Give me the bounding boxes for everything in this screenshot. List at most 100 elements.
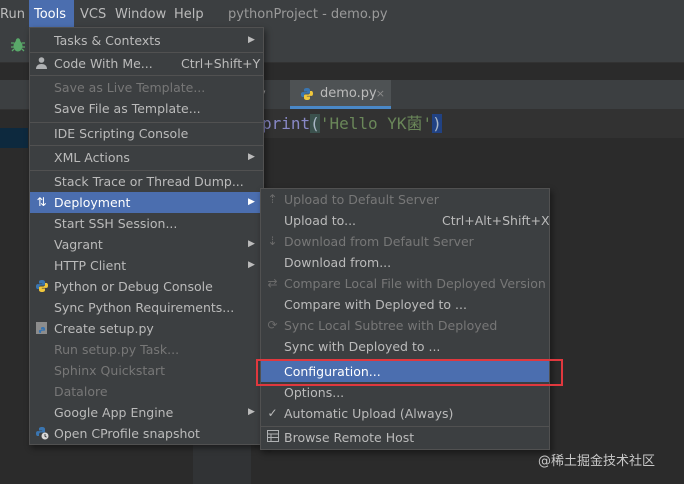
remote-host-icon bbox=[265, 430, 280, 445]
separator bbox=[30, 75, 263, 76]
menu-item-label: Run setup.py Task... bbox=[54, 342, 180, 357]
menu-item-label: Compare Local File with Deployed Version bbox=[284, 276, 546, 291]
window-title: pythonProject - demo.py bbox=[228, 7, 388, 22]
submenu-arrow-icon: ▶ bbox=[248, 197, 255, 207]
menu-item-sync-with-deployed[interactable]: Sync with Deployed to ... bbox=[261, 336, 549, 357]
menu-vcs[interactable]: VCS bbox=[80, 0, 106, 29]
tab-demo-py[interactable]: demo.py × bbox=[290, 80, 391, 109]
menu-help[interactable]: Help bbox=[174, 0, 204, 29]
person-icon bbox=[34, 56, 49, 71]
shortcut: Ctrl+Shift+Y bbox=[181, 56, 261, 71]
menu-item-label: Start SSH Session... bbox=[54, 216, 178, 231]
python-file-icon bbox=[34, 321, 49, 336]
menu-item-label: Python or Debug Console bbox=[54, 279, 213, 294]
menu-item-label: Tasks & Contexts bbox=[54, 33, 161, 48]
python-file-icon bbox=[300, 87, 314, 104]
menu-item-google-app-engine[interactable]: Google App Engine ▶ bbox=[30, 402, 263, 423]
menu-item-code-with-me[interactable]: Code With Me... Ctrl+Shift+Y bbox=[30, 53, 263, 74]
menu-item-label: Google App Engine bbox=[54, 405, 174, 420]
debug-icon[interactable] bbox=[10, 37, 26, 53]
menu-item-automatic-upload[interactable]: ✓ Automatic Upload (Always) bbox=[261, 403, 549, 424]
menu-item-start-ssh-session[interactable]: Start SSH Session... bbox=[30, 213, 263, 234]
submenu-arrow-icon: ▶ bbox=[248, 239, 255, 249]
menu-item-label: Vagrant bbox=[54, 237, 103, 252]
shortcut: Ctrl+Alt+Shift+X bbox=[442, 213, 550, 228]
menu-item-create-setup-py[interactable]: Create setup.py bbox=[30, 318, 263, 339]
separator bbox=[30, 145, 263, 146]
menu-run[interactable]: Run bbox=[0, 0, 25, 29]
menu-item-save-file-template[interactable]: Save File as Template... bbox=[30, 98, 263, 119]
menu-item-label: Stack Trace or Thread Dump... bbox=[54, 174, 244, 189]
python-icon bbox=[34, 279, 49, 294]
profile-icon bbox=[34, 426, 49, 441]
menu-item-label: Save File as Template... bbox=[54, 101, 201, 116]
menu-item-label: Upload to Default Server bbox=[284, 192, 439, 207]
code-line: print('Hello YK菌') bbox=[262, 113, 442, 135]
menu-item-http-client[interactable]: HTTP Client ▶ bbox=[30, 255, 263, 276]
menu-item-browse-remote-host[interactable]: Browse Remote Host bbox=[261, 427, 549, 448]
menu-item-sync-local-subtree[interactable]: ⟳ Sync Local Subtree with Deployed bbox=[261, 315, 549, 336]
menu-item-label: Deployment bbox=[54, 195, 131, 210]
menu-item-label: Sync with Deployed to ... bbox=[284, 339, 441, 354]
submenu-arrow-icon: ▶ bbox=[248, 152, 255, 162]
menu-item-tasks-contexts[interactable]: Tasks & Contexts ▶ bbox=[30, 30, 263, 51]
menu-item-label: Sphinx Quickstart bbox=[54, 363, 166, 378]
menu-item-sphinx-quickstart[interactable]: Sphinx Quickstart bbox=[30, 360, 263, 381]
menu-item-compare-local-file[interactable]: ⇄ Compare Local File with Deployed Versi… bbox=[261, 273, 549, 294]
menu-item-save-live-template[interactable]: Save as Live Template... bbox=[30, 77, 263, 98]
menu-item-label: Datalore bbox=[54, 384, 108, 399]
menu-item-label: HTTP Client bbox=[54, 258, 127, 273]
menu-item-download-from[interactable]: Download from... bbox=[261, 252, 549, 273]
upload-icon: ⇡ bbox=[267, 192, 278, 206]
sync-icon: ⟳ bbox=[267, 318, 278, 332]
menu-item-ide-scripting-console[interactable]: IDE Scripting Console bbox=[30, 123, 263, 144]
menu-item-datalore[interactable]: Datalore bbox=[30, 381, 263, 402]
tools-menu: Tasks & Contexts ▶ Code With Me... Ctrl+… bbox=[29, 27, 264, 445]
menu-item-label: Download from... bbox=[284, 255, 392, 270]
menu-item-label: Automatic Upload (Always) bbox=[284, 406, 454, 421]
submenu-arrow-icon: ▶ bbox=[248, 35, 255, 45]
download-icon: ⇣ bbox=[267, 234, 278, 248]
menu-item-label: Sync Python Requirements... bbox=[54, 300, 235, 315]
menu-tools[interactable]: Tools bbox=[29, 0, 74, 29]
code-function: print bbox=[262, 114, 311, 133]
menu-item-xml-actions[interactable]: XML Actions ▶ bbox=[30, 147, 263, 168]
menu-item-open-cprofile-snapshot[interactable]: Open CProfile snapshot bbox=[30, 423, 263, 444]
highlight-box bbox=[256, 359, 563, 386]
deployment-submenu: ⇡ Upload to Default Server Upload to... … bbox=[260, 188, 550, 450]
menu-item-run-setup-py-task[interactable]: Run setup.py Task... bbox=[30, 339, 263, 360]
checkmark-icon: ✓ bbox=[267, 406, 278, 420]
menu-item-download-default-server[interactable]: ⇣ Download from Default Server bbox=[261, 231, 549, 252]
close-icon[interactable]: × bbox=[376, 80, 385, 108]
menu-item-upload-default-server[interactable]: ⇡ Upload to Default Server bbox=[261, 189, 549, 210]
menu-item-label: Create setup.py bbox=[54, 321, 154, 336]
code-string: 'Hello YK菌' bbox=[319, 114, 433, 133]
menu-item-label: Upload to... bbox=[284, 213, 357, 228]
submenu-arrow-icon: ▶ bbox=[248, 260, 255, 270]
menu-item-label: Browse Remote Host bbox=[284, 430, 415, 445]
menu-item-compare-with-deployed[interactable]: Compare with Deployed to ... bbox=[261, 294, 549, 315]
menu-item-label: XML Actions bbox=[54, 150, 130, 165]
menu-item-sync-python-requirements[interactable]: Sync Python Requirements... bbox=[30, 297, 263, 318]
menubar: Run Tools VCS Window Help pythonProject … bbox=[0, 0, 684, 29]
tab-label: demo.py bbox=[320, 86, 377, 101]
project-panel-selection bbox=[0, 128, 28, 148]
menu-item-label: Save as Live Template... bbox=[54, 80, 206, 95]
code-paren-close: ) bbox=[432, 114, 442, 133]
compare-icon: ⇄ bbox=[267, 276, 278, 290]
menu-item-label: Download from Default Server bbox=[284, 234, 474, 249]
menu-item-deployment[interactable]: ⇅ Deployment ▶ bbox=[30, 192, 263, 213]
deployment-icon: ⇅ bbox=[36, 195, 47, 209]
code-paren-open: ( bbox=[310, 114, 320, 133]
watermark: @稀土掘金技术社区 bbox=[538, 454, 656, 469]
menu-item-stack-trace[interactable]: Stack Trace or Thread Dump... bbox=[30, 171, 263, 192]
menu-item-label: Sync Local Subtree with Deployed bbox=[284, 318, 498, 333]
menu-window[interactable]: Window bbox=[115, 0, 166, 29]
submenu-arrow-icon: ▶ bbox=[248, 407, 255, 417]
menu-item-vagrant[interactable]: Vagrant ▶ bbox=[30, 234, 263, 255]
menu-item-label: Open CProfile snapshot bbox=[54, 426, 200, 441]
menu-item-upload-to[interactable]: Upload to... Ctrl+Alt+Shift+X bbox=[261, 210, 550, 231]
menu-item-label: Compare with Deployed to ... bbox=[284, 297, 467, 312]
menu-item-label: IDE Scripting Console bbox=[54, 126, 189, 141]
menu-item-python-debug-console[interactable]: Python or Debug Console bbox=[30, 276, 263, 297]
